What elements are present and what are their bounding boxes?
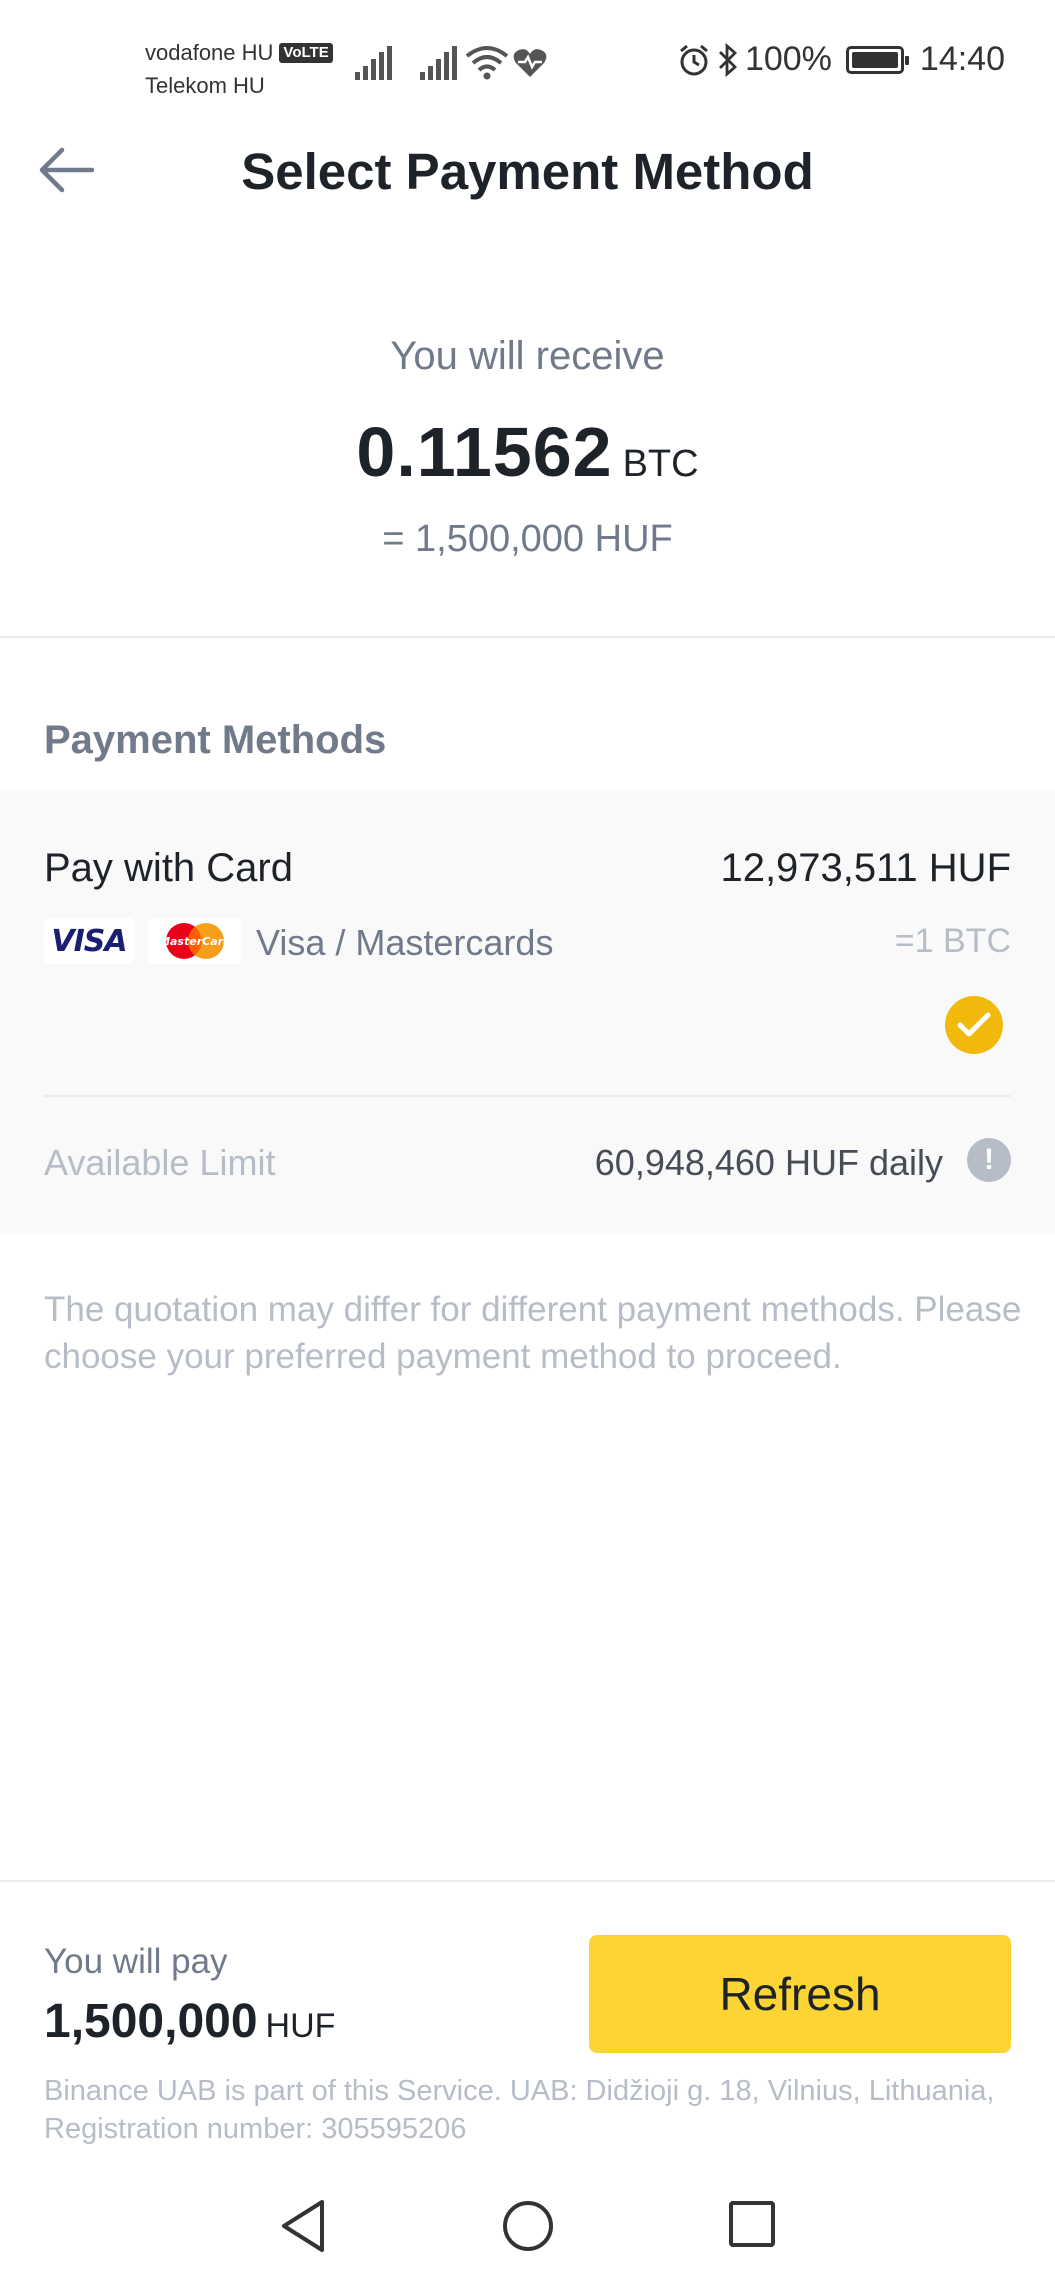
refresh-button[interactable]: Refresh — [589, 1935, 1011, 2053]
volte-badge: VoLTE — [279, 43, 333, 63]
divider — [0, 1880, 1055, 1882]
receive-amount-value: 0.11562 — [356, 413, 613, 491]
quotation-note: The quotation may differ for different p… — [44, 1290, 1022, 1376]
payment-method-price: 12,973,511 HUF — [720, 846, 1011, 890]
nav-recent-icon[interactable] — [728, 2200, 776, 2248]
info-icon[interactable]: ! — [967, 1138, 1011, 1182]
receive-amount-unit: BTC — [622, 443, 699, 485]
heart-rate-icon — [513, 49, 547, 77]
visa-logo-text: VISA — [51, 923, 127, 959]
visa-logo: VISA — [44, 918, 134, 964]
available-limit-value: 60,948,460 HUF daily — [594, 1142, 943, 1183]
status-bar: vodafone HU VoLTE Telekom HU 100% 14:40 — [0, 0, 1055, 130]
mastercard-logo: MasterCard — [148, 918, 242, 964]
payment-method-subtitle: Visa / Mastercards — [256, 922, 554, 963]
carrier-info: vodafone HU VoLTE Telekom HU — [145, 36, 333, 102]
pay-amount: 1,500,000 HUF — [44, 1994, 335, 2049]
clock: 14:40 — [919, 40, 1005, 78]
receive-label: You will receive — [390, 334, 665, 378]
payment-method-rate: =1 BTC — [894, 922, 1011, 960]
arrow-left-icon — [39, 147, 94, 193]
battery-icon — [845, 45, 909, 74]
available-limit-label: Available Limit — [44, 1142, 276, 1183]
pay-label: You will pay — [44, 1942, 228, 1981]
wifi-icon — [465, 46, 509, 80]
legal-text: Binance UAB is part of this Service. UAB… — [44, 2075, 995, 2145]
pay-amount-value: 1,500,000 — [44, 1995, 258, 2048]
back-button[interactable] — [30, 140, 100, 200]
battery-level-fill — [851, 51, 898, 68]
payment-method-name: Pay with Card — [44, 846, 293, 890]
status-right: 100% 14:40 — [677, 40, 1005, 79]
payment-methods-heading: Payment Methods — [44, 718, 387, 762]
alarm-icon — [679, 44, 708, 75]
signal-icon — [355, 46, 392, 80]
selected-check-icon — [945, 996, 1003, 1054]
bluetooth-icon — [718, 42, 737, 77]
battery-percent: 100% — [744, 40, 832, 78]
divider — [0, 636, 1055, 638]
payment-method-card[interactable]: Pay with Card 12,973,511 HUF VISA Master… — [0, 790, 1055, 1234]
signal-icon — [420, 46, 457, 80]
receive-amount: 0.11562 BTC — [0, 412, 1055, 492]
carrier-2: Telekom HU — [145, 73, 265, 98]
nav-back-icon[interactable] — [278, 2198, 328, 2254]
receive-equivalent: = 1,500,000 HUF — [382, 518, 673, 560]
nav-home-icon[interactable] — [502, 2200, 554, 2252]
mastercard-logo-text: MasterCard — [159, 935, 231, 948]
carrier-1: vodafone HU — [145, 40, 274, 65]
divider — [44, 1095, 1011, 1097]
pay-amount-unit: HUF — [265, 2007, 336, 2045]
page-title: Select Payment Method — [241, 143, 814, 200]
